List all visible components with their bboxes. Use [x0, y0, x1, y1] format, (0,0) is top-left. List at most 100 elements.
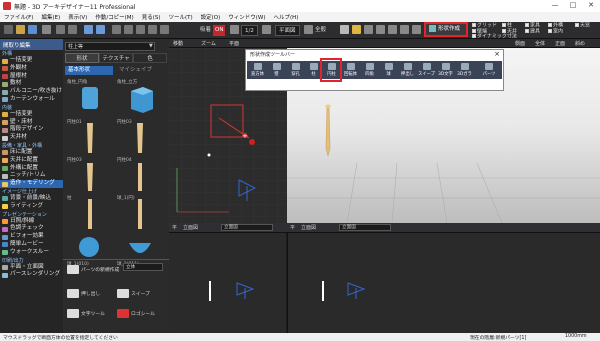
shape-thumb[interactable]: 円柱04 — [117, 157, 165, 195]
tab-texture[interactable]: テクスチャ — [99, 53, 133, 63]
palette-close-icon[interactable]: × — [494, 50, 500, 58]
align-icon[interactable] — [160, 25, 169, 34]
library-dropdown[interactable]: 柱上等 — [65, 42, 155, 51]
select-icon[interactable] — [112, 25, 121, 34]
sidebar-item-balcony[interactable]: バルコニー/吹き抜け — [0, 88, 63, 96]
tab-elevation-left[interactable]: 立面図 — [183, 224, 198, 231]
tab-plan-left[interactable]: 平 — [172, 224, 177, 231]
shape-thumb[interactable]: 円柱03 — [117, 119, 165, 157]
move-button[interactable]: 移動 — [173, 40, 183, 47]
shape-thumb[interactable]: 角柱_立方 — [117, 79, 165, 117]
tab-shape[interactable]: 形状 — [65, 53, 99, 63]
layout-icon[interactable] — [388, 25, 397, 34]
elevation-canvas-right[interactable] — [288, 233, 600, 333]
parts-new-button[interactable]: パーツ — [477, 61, 501, 79]
front-button[interactable]: 正面 — [555, 40, 565, 47]
check-skylight[interactable]: 天窓 — [575, 23, 590, 29]
plan-select[interactable]: 平面図 — [275, 25, 300, 36]
wall-button[interactable]: 壁 — [268, 61, 285, 79]
elevation-view-left[interactable] — [169, 233, 286, 333]
grid-icon[interactable] — [124, 25, 133, 34]
measure-icon[interactable] — [136, 25, 145, 34]
save-icon[interactable] — [28, 25, 37, 34]
sidebar-item-stairs[interactable]: 階段デザイン — [0, 126, 63, 134]
redo-icon[interactable] — [96, 25, 105, 34]
tool-icon[interactable] — [412, 25, 421, 34]
chevron-down-icon[interactable]: ▼ — [149, 43, 153, 49]
menu-help[interactable]: ヘルプ(H) — [270, 12, 303, 21]
sidebar-item-bulk-change[interactable]: 一括変更 — [0, 57, 63, 65]
snap-tool-icon[interactable] — [148, 25, 157, 34]
sidebar-item-lighting[interactable]: ライティング — [0, 203, 63, 211]
sidebar-item-floor-place[interactable]: 床に配置 — [0, 149, 63, 157]
minimize-button[interactable]: — — [546, 1, 564, 11]
view-label[interactable]: 全般 — [315, 25, 326, 36]
check-interior[interactable]: 室内 — [548, 28, 563, 35]
sidebar-item-ceiling[interactable]: 天井材 — [0, 134, 63, 142]
whole-button[interactable]: 全体 — [535, 40, 545, 47]
light-icon[interactable] — [352, 25, 361, 34]
extrude-button[interactable]: 押し出し — [67, 289, 100, 300]
elevation-select-right[interactable]: 立面図 — [339, 224, 391, 231]
sidebar-item-background[interactable]: 背景・前景/映込 — [0, 195, 63, 203]
tab-elevation-right[interactable]: 立面図 — [301, 224, 316, 231]
menu-window[interactable]: ウィンドウ(W) — [224, 12, 269, 21]
menu-file[interactable]: ファイル(F) — [0, 12, 37, 21]
extrude-button[interactable]: 押出し — [399, 61, 416, 79]
render-icon[interactable] — [376, 25, 385, 34]
sidebar-item-exterior-material[interactable]: 外観材 — [0, 65, 63, 73]
sidebar-item-ceiling-place[interactable]: 天井に配置 — [0, 157, 63, 165]
shape-thumb[interactable]: 柱 — [67, 195, 115, 233]
snap-toggle[interactable]: ON — [213, 25, 226, 36]
shape-thumb[interactable]: 円柱01 — [67, 119, 115, 157]
close-button[interactable]: ✕ — [582, 1, 600, 11]
sidebar-item-color-check[interactable]: 色調チェック — [0, 225, 63, 233]
sidebar-item-movie[interactable]: 簡単ムービー — [0, 241, 63, 249]
oblique-button[interactable]: 斜め — [575, 40, 585, 47]
text-tool-button[interactable]: 文字ツール — [67, 309, 105, 320]
menu-settings[interactable]: 設定(O) — [197, 12, 225, 21]
shape-thumb[interactable]: 角柱_円角 — [67, 79, 115, 117]
elevation-select-left[interactable]: 立面図 — [221, 224, 273, 231]
sidebar-item-perspective-render[interactable]: パースレンダリング — [0, 271, 63, 279]
sphere-button[interactable]: 球 — [380, 61, 397, 79]
undo-icon[interactable] — [84, 25, 93, 34]
category-basic-shape[interactable]: 基本形状 — [65, 66, 113, 75]
maximize-button[interactable]: □ — [564, 1, 582, 11]
walk-icon[interactable] — [364, 25, 373, 34]
print-icon[interactable] — [42, 25, 51, 34]
side-button[interactable]: 側面 — [515, 40, 525, 47]
plan-button[interactable]: 平面 — [229, 40, 239, 47]
check-ceiling[interactable]: 天井 — [502, 28, 517, 35]
camera-icon[interactable] — [340, 25, 349, 34]
3d-text-button[interactable]: 3D文字 — [437, 61, 454, 79]
menu-look[interactable]: 見る(S) — [138, 12, 165, 21]
layer-icon[interactable] — [262, 25, 271, 34]
shape-create-button[interactable]: 形状作成 — [424, 22, 468, 37]
menu-view[interactable]: 表示(V) — [64, 12, 91, 21]
check-fixtures[interactable]: 建具 — [525, 28, 540, 35]
rotation-body-button[interactable]: 回転体 — [342, 61, 359, 79]
3d-glass-button[interactable]: 3Dガラ — [456, 61, 473, 79]
new-icon[interactable] — [4, 25, 13, 34]
logo-seal-button[interactable]: ロゴシール — [117, 309, 155, 320]
view-icon[interactable] — [304, 25, 313, 34]
elevation-view-right[interactable] — [287, 233, 600, 333]
shape-thumb[interactable]: 球_1(円) — [117, 195, 165, 233]
tab-color[interactable]: 色 — [133, 53, 167, 63]
hole-button[interactable]: 穿孔 — [287, 61, 304, 79]
menu-tools[interactable]: ツール(T) — [165, 12, 197, 21]
sidebar-item-modeling[interactable]: 造作・モデリング — [0, 180, 63, 188]
sidebar-item-niche[interactable]: ニッチ/トリム — [0, 172, 63, 180]
shape-thumb[interactable]: 円柱03 — [67, 157, 115, 195]
panel-header[interactable]: 間取り編集 — [0, 39, 63, 50]
tab-plan-right[interactable]: 平 — [290, 224, 295, 231]
open-icon[interactable] — [16, 25, 25, 34]
cut-icon[interactable] — [56, 25, 65, 34]
sidebar-item-walkthrough[interactable]: ウォークスルー — [0, 249, 63, 257]
category-my-shape[interactable]: マイシェイプ — [119, 66, 152, 75]
sidebar-item-bulk-change-interior[interactable]: 一括変更 — [0, 111, 63, 119]
scale-select[interactable]: 1/2 — [241, 25, 258, 36]
sweep-button[interactable]: スイープ — [418, 61, 435, 79]
new-parts-button[interactable]: パーツの新規作成 — [67, 265, 119, 276]
